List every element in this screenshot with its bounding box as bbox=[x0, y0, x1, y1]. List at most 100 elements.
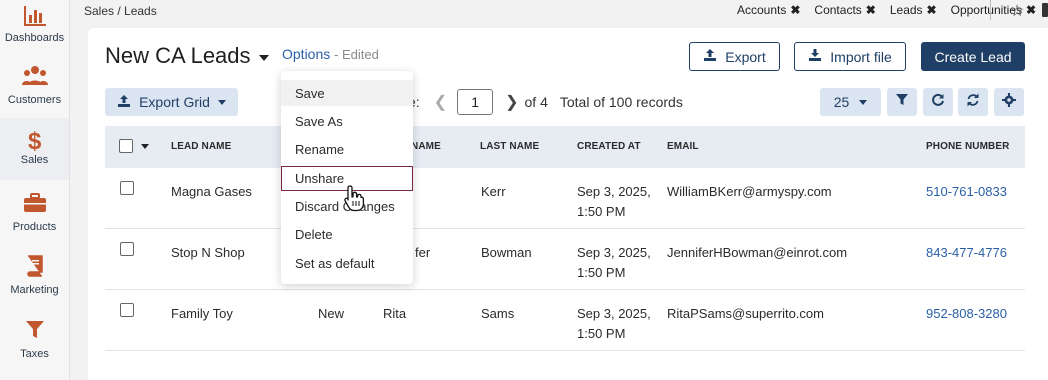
nav-dashboards-label: Dashboards bbox=[4, 32, 65, 44]
created-date: Sep 3, 2025, bbox=[577, 306, 651, 321]
bookmark-icon[interactable] bbox=[1042, 3, 1048, 17]
table-row[interactable]: Stop N Shop fer Bowman Sep 3, 2025, 1:50 … bbox=[105, 229, 1025, 290]
refresh-icon bbox=[931, 93, 945, 112]
lead-name-cell: Stop N Shop bbox=[171, 245, 245, 260]
page-number-input[interactable] bbox=[457, 89, 494, 115]
sync-icon bbox=[966, 93, 980, 112]
nav-taxes-label: Taxes bbox=[20, 348, 49, 360]
create-lead-button[interactable]: Create Lead bbox=[921, 42, 1025, 71]
filter-button[interactable] bbox=[887, 88, 917, 116]
menu-item-save-as[interactable]: Save As bbox=[281, 108, 413, 134]
close-icon[interactable]: ✖ bbox=[927, 3, 937, 17]
phone-link[interactable]: 510-761-0833 bbox=[926, 182, 1007, 202]
table-row[interactable]: Magna Gases m Kerr Sep 3, 2025,1:50 PM W… bbox=[105, 168, 1025, 229]
nav-sales[interactable]: $ Sales bbox=[0, 118, 69, 180]
row-checkbox[interactable] bbox=[120, 242, 134, 256]
created-at-cell: Sep 3, 2025, 1:50 PM bbox=[577, 304, 651, 344]
main-panel: New CA Leads Options - Edited Export Imp… bbox=[88, 28, 1048, 380]
close-icon[interactable]: ✖ bbox=[1026, 3, 1036, 17]
upload-icon bbox=[117, 94, 131, 111]
gear-icon bbox=[1002, 92, 1016, 112]
email-cell: WilliamBKerr@armyspy.com bbox=[667, 184, 832, 199]
row-checkbox[interactable] bbox=[120, 303, 134, 317]
table-header: LEAD NAME NAME LAST NAME CREATED AT EMAI… bbox=[105, 126, 1025, 168]
book-icon bbox=[25, 254, 45, 278]
col-created-at[interactable]: CREATED AT bbox=[577, 141, 641, 152]
caret-down-icon[interactable] bbox=[141, 144, 149, 149]
phone-link[interactable]: 843-477-4776 bbox=[926, 243, 1007, 263]
export-grid-label: Export Grid bbox=[139, 94, 210, 110]
lead-name-cell: Magna Gases bbox=[171, 184, 252, 199]
funnel-icon bbox=[25, 318, 45, 342]
lead-name-cell: Family Toy bbox=[171, 306, 233, 321]
svg-text:$: $ bbox=[28, 128, 42, 152]
page-count: of 4 bbox=[524, 94, 548, 110]
menu-item-set-as-default[interactable]: Set as default bbox=[281, 250, 413, 276]
total-records: Total of 100 records bbox=[559, 94, 683, 110]
table-row[interactable]: Family Toy New Rita Sams Sep 3, 2025, 1:5… bbox=[105, 290, 1025, 351]
page-title[interactable]: New CA Leads bbox=[105, 43, 269, 69]
export-button[interactable]: Export bbox=[689, 42, 780, 71]
quick-tab-leads[interactable]: Leads ✖ bbox=[890, 3, 937, 17]
menu-item-rename[interactable]: Rename bbox=[281, 136, 413, 162]
last-name-cell: Bowman bbox=[481, 245, 532, 260]
nav-marketing-label: Marketing bbox=[10, 284, 59, 296]
page-title-text: New CA Leads bbox=[105, 43, 251, 68]
nav-sales-label: Sales bbox=[20, 154, 49, 166]
quick-tabs: Accounts ✖ Contacts ✖ Leads ✖ Opportunities… bbox=[737, 3, 1036, 17]
col-lead-name[interactable]: LEAD NAME bbox=[171, 141, 231, 152]
chevron-left-icon[interactable]: ❮ bbox=[434, 92, 447, 112]
quick-tab-label: Accounts bbox=[737, 3, 787, 17]
breadcrumb: Sales / Leads bbox=[84, 4, 157, 18]
nav-dashboards[interactable]: Dashboards bbox=[0, 4, 69, 46]
nav-products[interactable]: Products bbox=[0, 191, 69, 233]
import-file-button[interactable]: Import file bbox=[794, 42, 906, 71]
menu-item-save[interactable]: Save bbox=[281, 80, 413, 106]
phone-link[interactable]: 952-808-3280 bbox=[926, 304, 1007, 324]
created-time: 1:50 PM bbox=[577, 326, 626, 341]
export-grid-button[interactable]: Export Grid bbox=[105, 88, 238, 116]
caret-down-icon bbox=[217, 99, 226, 105]
nav-taxes[interactable]: Taxes bbox=[0, 318, 69, 360]
nav-customers[interactable]: Customers bbox=[0, 64, 69, 106]
caret-down-icon bbox=[258, 54, 269, 61]
created-time: 1:50 PM bbox=[577, 204, 626, 219]
nav-marketing[interactable]: Marketing bbox=[0, 254, 69, 296]
edited-status: - Edited bbox=[334, 47, 379, 62]
col-email[interactable]: EMAIL bbox=[667, 141, 699, 152]
quick-tab-accounts[interactable]: Accounts ✖ bbox=[737, 3, 800, 17]
created-at-cell: Sep 3, 2025, 1:50 PM bbox=[577, 243, 651, 283]
close-icon[interactable]: ✖ bbox=[790, 3, 800, 17]
page-size-select[interactable]: 25 bbox=[820, 88, 881, 116]
dollar-icon: $ bbox=[27, 128, 43, 152]
close-icon[interactable]: ✖ bbox=[866, 3, 876, 17]
export-label: Export bbox=[725, 48, 766, 65]
nav-products-label: Products bbox=[12, 221, 57, 233]
row-checkbox[interactable] bbox=[120, 181, 134, 195]
star-icon[interactable]: ☆ bbox=[1010, 1, 1024, 21]
hand-cursor-icon bbox=[343, 184, 365, 217]
options-menu: Save Save As Rename Unshare Discard Chan… bbox=[281, 71, 413, 284]
chevron-right-icon[interactable]: ❯ bbox=[505, 92, 518, 112]
select-all-checkbox[interactable] bbox=[119, 139, 133, 153]
col-first-name[interactable]: NAME bbox=[411, 141, 441, 152]
settings-button[interactable] bbox=[994, 88, 1024, 116]
last-name-cell: Sams bbox=[481, 306, 515, 321]
quick-tab-label: Contacts bbox=[814, 3, 862, 17]
created-time: 1:50 PM bbox=[577, 265, 626, 280]
created-date: Sep 3, 2025, bbox=[577, 184, 651, 199]
bar-chart-icon bbox=[23, 4, 46, 28]
options-link[interactable]: Options bbox=[282, 46, 330, 62]
quick-tab-contacts[interactable]: Contacts ✖ bbox=[814, 3, 875, 17]
col-phone-number[interactable]: PHONE NUMBER bbox=[926, 141, 1009, 152]
email-cell: JenniferHBowman@einrot.com bbox=[667, 245, 848, 260]
created-date: Sep 3, 2025, bbox=[577, 245, 651, 260]
menu-item-delete[interactable]: Delete bbox=[281, 221, 413, 247]
caret-down-icon bbox=[859, 99, 868, 105]
sync-button[interactable] bbox=[958, 88, 988, 116]
pager: e: ❮ ❯ of 4 Total of 100 records bbox=[408, 89, 683, 115]
upload-icon bbox=[703, 48, 717, 65]
refresh-button[interactable] bbox=[923, 88, 953, 116]
col-last-name[interactable]: LAST NAME bbox=[480, 141, 539, 152]
first-name-cell: Rita bbox=[383, 306, 407, 321]
